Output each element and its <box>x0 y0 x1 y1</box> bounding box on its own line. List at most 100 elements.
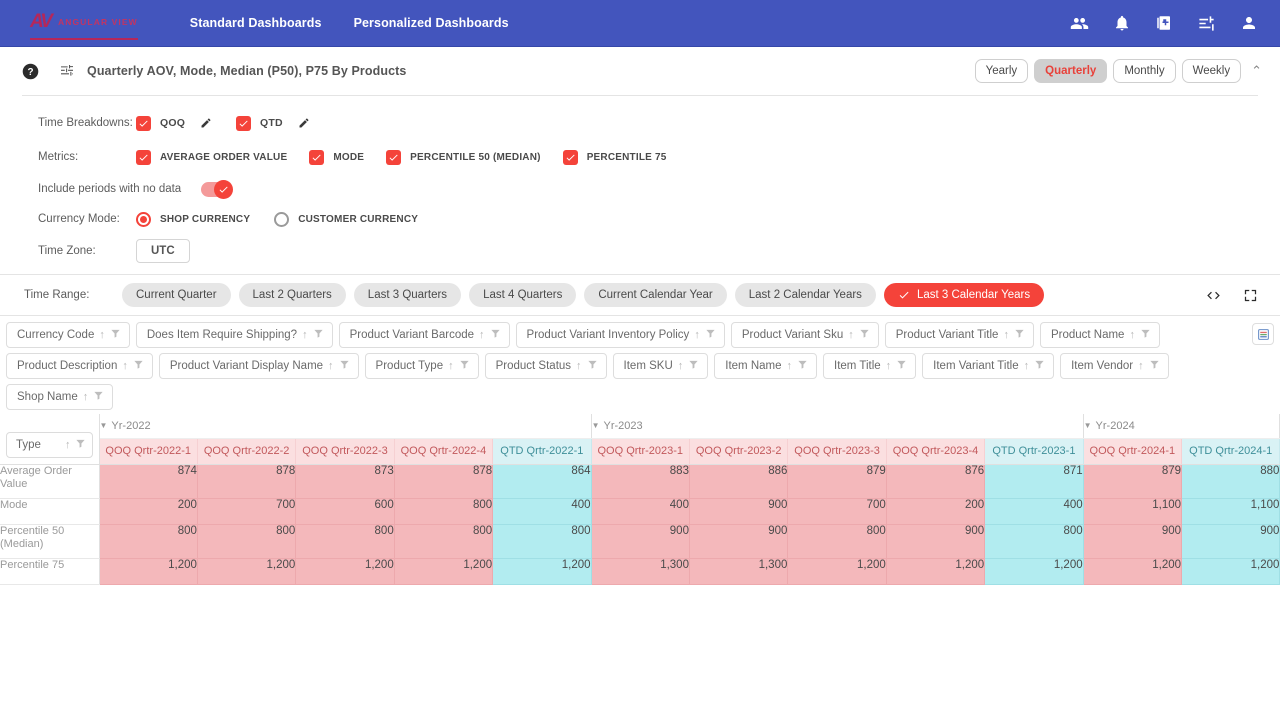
column-header[interactable]: QOQ Qrtr-2022-2 <box>197 438 295 464</box>
time-range-chip-last-2-calendar-years[interactable]: Last 2 Calendar Years <box>735 283 876 307</box>
sort-arrow-icon[interactable]: ↑ <box>678 360 684 372</box>
sort-arrow-icon[interactable]: ↑ <box>99 329 105 341</box>
sort-arrow-icon[interactable]: ↑ <box>848 329 854 341</box>
filter-chip[interactable]: Item Title↑ <box>823 353 916 379</box>
filter-chip[interactable]: Product Description↑ <box>6 353 153 379</box>
fullscreen-icon[interactable] <box>1243 288 1258 303</box>
checkbox-percentile-50[interactable] <box>386 150 401 165</box>
column-header[interactable]: QOQ Qrtr-2023-1 <box>591 438 689 464</box>
currency-mode-shop[interactable]: SHOP CURRENCY <box>136 212 250 227</box>
column-header[interactable]: QOQ Qrtr-2022-1 <box>99 438 197 464</box>
radio-shop-currency[interactable] <box>136 212 151 227</box>
edit-pencil-icon[interactable] <box>200 117 212 129</box>
filter-funnel-icon[interactable] <box>705 328 716 342</box>
column-header[interactable]: QOQ Qrtr-2022-4 <box>394 438 492 464</box>
filter-chip[interactable]: Item Vendor↑ <box>1060 353 1169 379</box>
filter-chip[interactable]: Item SKU↑ <box>613 353 709 379</box>
filter-funnel-icon[interactable] <box>93 390 104 404</box>
filter-funnel-icon[interactable] <box>339 359 350 373</box>
checkbox-percentile-75[interactable] <box>563 150 578 165</box>
year-group-header[interactable]: ▼Yr-2022 <box>99 414 591 438</box>
duplicate-add-icon[interactable] <box>1155 14 1173 32</box>
brand-logo[interactable]: AV ANGULAR VIEW <box>30 12 138 34</box>
sort-arrow-icon[interactable]: ↑ <box>1138 360 1144 372</box>
filter-chip[interactable]: Product Name↑ <box>1040 322 1160 348</box>
sort-arrow-icon[interactable]: ↑ <box>694 329 700 341</box>
filter-chip[interactable]: Product Variant Sku↑ <box>731 322 879 348</box>
filter-chip[interactable]: Item Name↑ <box>714 353 817 379</box>
account-person-icon[interactable] <box>1240 14 1258 32</box>
column-header[interactable]: QTD Qrtr-2024-1 <box>1182 438 1280 464</box>
sort-arrow-icon[interactable]: ↑ <box>65 439 71 451</box>
filter-funnel-icon[interactable] <box>110 328 121 342</box>
filter-funnel-icon[interactable] <box>797 359 808 373</box>
sort-arrow-icon[interactable]: ↑ <box>448 360 454 372</box>
edit-pencil-icon[interactable] <box>298 117 310 129</box>
filter-chip[interactable]: Does Item Require Shipping?↑ <box>136 322 333 348</box>
help-icon[interactable]: ? <box>22 63 39 80</box>
timezone-selector[interactable]: UTC <box>136 239 190 263</box>
people-icon[interactable] <box>1070 14 1089 33</box>
caret-down-icon[interactable]: ▼ <box>592 421 600 430</box>
checkbox-mode[interactable] <box>309 150 324 165</box>
time-range-chip-last-3-calendar-years[interactable]: Last 3 Calendar Years <box>884 283 1044 307</box>
period-button-yearly[interactable]: Yearly <box>975 59 1029 83</box>
column-header[interactable]: QOQ Qrtr-2023-4 <box>886 438 984 464</box>
filter-funnel-icon[interactable] <box>490 328 501 342</box>
time-breakdown-qtd[interactable]: QTD <box>236 116 310 131</box>
column-header[interactable]: QTD Qrtr-2023-1 <box>985 438 1083 464</box>
filter-funnel-icon[interactable] <box>896 359 907 373</box>
column-header[interactable]: QOQ Qrtr-2023-2 <box>689 438 787 464</box>
column-header[interactable]: QOQ Qrtr-2024-1 <box>1083 438 1181 464</box>
filter-funnel-icon[interactable] <box>75 438 86 452</box>
sort-arrow-icon[interactable]: ↑ <box>479 329 485 341</box>
filter-funnel-icon[interactable] <box>1034 359 1045 373</box>
filter-chip[interactable]: Currency Code↑ <box>6 322 130 348</box>
sort-arrow-icon[interactable]: ↑ <box>328 360 334 372</box>
checkbox-qtd[interactable] <box>236 116 251 131</box>
sort-arrow-icon[interactable]: ↑ <box>1024 360 1030 372</box>
checkbox-average-order-value[interactable] <box>136 150 151 165</box>
year-group-header[interactable]: ▼Yr-2024 <box>1083 414 1280 438</box>
sort-arrow-icon[interactable]: ↑ <box>1003 329 1009 341</box>
time-range-chip-current-calendar-year[interactable]: Current Calendar Year <box>584 283 726 307</box>
metric-percentile-75[interactable]: PERCENTILE 75 <box>563 150 667 165</box>
filter-funnel-icon[interactable] <box>1140 328 1151 342</box>
filter-chip[interactable]: Product Variant Title↑ <box>885 322 1034 348</box>
filter-funnel-icon[interactable] <box>459 359 470 373</box>
time-range-chip-current-quarter[interactable]: Current Quarter <box>122 283 231 307</box>
radio-customer-currency[interactable] <box>274 212 289 227</box>
filter-funnel-icon[interactable] <box>1149 359 1160 373</box>
metric-percentile-50[interactable]: PERCENTILE 50 (MEDIAN) <box>386 150 541 165</box>
sort-arrow-icon[interactable]: ↑ <box>122 360 128 372</box>
caret-down-icon[interactable]: ▼ <box>1084 421 1092 430</box>
sort-arrow-icon[interactable]: ↑ <box>787 360 793 372</box>
checkbox-qoq[interactable] <box>136 116 151 131</box>
filter-chip[interactable]: Product Type↑ <box>365 353 479 379</box>
year-group-header[interactable]: ▼Yr-2023 <box>591 414 1083 438</box>
filter-chip[interactable]: Product Variant Barcode↑ <box>339 322 510 348</box>
export-spreadsheet-icon[interactable] <box>1252 323 1274 345</box>
filter-funnel-icon[interactable] <box>859 328 870 342</box>
metric-mode[interactable]: MODE <box>309 150 364 165</box>
caret-down-icon[interactable]: ▼ <box>100 421 108 430</box>
nav-link-personalized-dashboards[interactable]: Personalized Dashboards <box>354 16 509 30</box>
code-brackets-icon[interactable] <box>1206 288 1221 303</box>
time-range-chip-last-4-quarters[interactable]: Last 4 Quarters <box>469 283 576 307</box>
filter-funnel-icon[interactable] <box>587 359 598 373</box>
filter-chip[interactable]: Item Variant Title↑ <box>922 353 1054 379</box>
column-header[interactable]: QOQ Qrtr-2022-3 <box>296 438 394 464</box>
filter-chip[interactable]: Product Status↑ <box>485 353 607 379</box>
time-range-chip-last-2-quarters[interactable]: Last 2 Quarters <box>239 283 346 307</box>
filter-funnel-icon[interactable] <box>1014 328 1025 342</box>
nav-link-standard-dashboards[interactable]: Standard Dashboards <box>190 16 322 30</box>
filter-chip[interactable]: Product Variant Inventory Policy↑ <box>516 322 725 348</box>
sort-arrow-icon[interactable]: ↑ <box>576 360 582 372</box>
sort-arrow-icon[interactable]: ↑ <box>1129 329 1135 341</box>
include-empty-periods-toggle[interactable] <box>201 182 231 197</box>
filter-chip[interactable]: Product Variant Display Name↑ <box>159 353 359 379</box>
sort-arrow-icon[interactable]: ↑ <box>302 329 308 341</box>
dashboard-settings-icon[interactable] <box>59 63 75 79</box>
filter-funnel-icon[interactable] <box>313 328 324 342</box>
column-header[interactable]: QTD Qrtr-2022-1 <box>493 438 591 464</box>
